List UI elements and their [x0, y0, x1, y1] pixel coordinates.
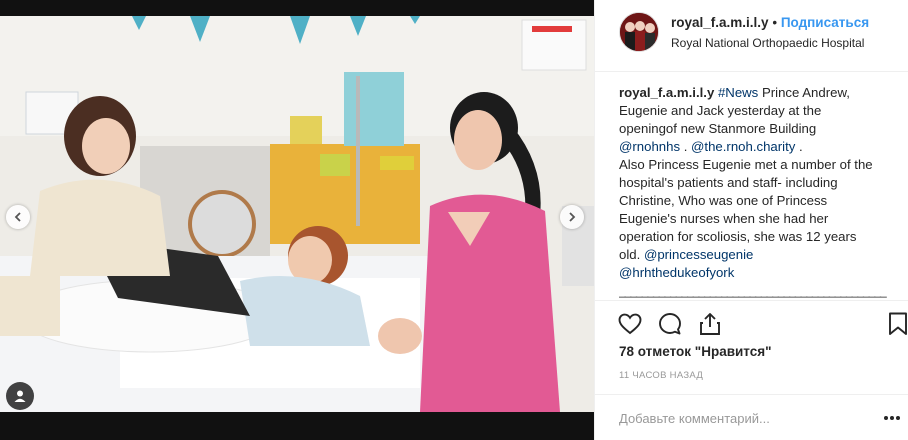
caption-text: . — [795, 139, 803, 154]
tagged-users-button[interactable] — [6, 382, 34, 410]
next-image-button[interactable] — [560, 205, 584, 229]
caption-text: Also Princess Eugenie met a number of th… — [619, 157, 873, 172]
mention-link[interactable]: @hrhthedukeofyork — [619, 265, 734, 280]
hashtag-link[interactable]: #News — [718, 85, 758, 100]
comment-input[interactable] — [619, 407, 859, 429]
caption-text: hospital's patients and staff- including — [619, 175, 838, 190]
user-tag-icon — [14, 390, 26, 402]
chevron-right-icon — [569, 212, 576, 222]
more-options-button[interactable] — [881, 407, 903, 429]
post-actions — [595, 300, 908, 348]
caption-text: Prince Andrew, — [758, 85, 850, 100]
header-username[interactable]: royal_f.a.m.i.l.y — [671, 15, 769, 30]
comment-button[interactable] — [657, 311, 683, 337]
post-details-panel: royal_f.a.m.i.l.y • Подписаться Royal Na… — [594, 0, 908, 440]
bookmark-icon — [889, 312, 907, 335]
like-button[interactable] — [617, 311, 643, 337]
hospital-room-photo — [0, 16, 594, 412]
mention-link[interactable]: @rnohnhs — [619, 139, 680, 154]
profile-photo — [620, 13, 658, 51]
share-icon — [700, 313, 720, 335]
save-button[interactable] — [885, 311, 908, 337]
caption-text: operation for scoliosis, she was 12 year… — [619, 229, 857, 244]
header-separator: • — [772, 15, 778, 30]
location-link[interactable]: Royal National Orthopaedic Hospital — [671, 36, 864, 50]
post-header: royal_f.a.m.i.l.y • Подписаться Royal Na… — [595, 0, 908, 72]
previous-image-button[interactable] — [6, 205, 30, 229]
mention-link[interactable]: @princesseugenie — [644, 247, 753, 262]
share-button[interactable] — [697, 311, 723, 337]
caption-text: old. — [619, 247, 644, 262]
caption-text: Eugenie and Jack yesterday at the — [619, 103, 822, 118]
chevron-left-icon — [14, 212, 21, 222]
caption-username[interactable]: royal_f.a.m.i.l.y — [619, 85, 714, 100]
mention-link[interactable]: @the.rnoh.charity — [691, 139, 795, 154]
post-media — [0, 0, 594, 440]
caption-text: Christine, Who was one of Princess — [619, 193, 828, 208]
caption-text: . — [680, 139, 692, 154]
caption-separator: ________________________________________… — [619, 284, 887, 298]
comment-icon — [659, 313, 681, 335]
comment-bar — [595, 394, 908, 440]
caption-text: Eugenie's nurses when she had her — [619, 211, 829, 226]
like-count[interactable]: 78 отметок "Нравится" — [619, 344, 772, 359]
heart-icon — [618, 313, 642, 335]
post-caption: royal_f.a.m.i.l.y #News Prince Andrew, E… — [619, 84, 891, 300]
avatar[interactable] — [619, 12, 659, 52]
follow-button[interactable]: Подписаться — [781, 15, 869, 30]
caption-text: openingof new Stanmore Building — [619, 121, 817, 136]
post-timestamp[interactable]: 11 ЧАСОВ НАЗАД — [619, 370, 703, 381]
more-options-icon — [884, 416, 900, 420]
post-photo[interactable] — [0, 16, 594, 412]
